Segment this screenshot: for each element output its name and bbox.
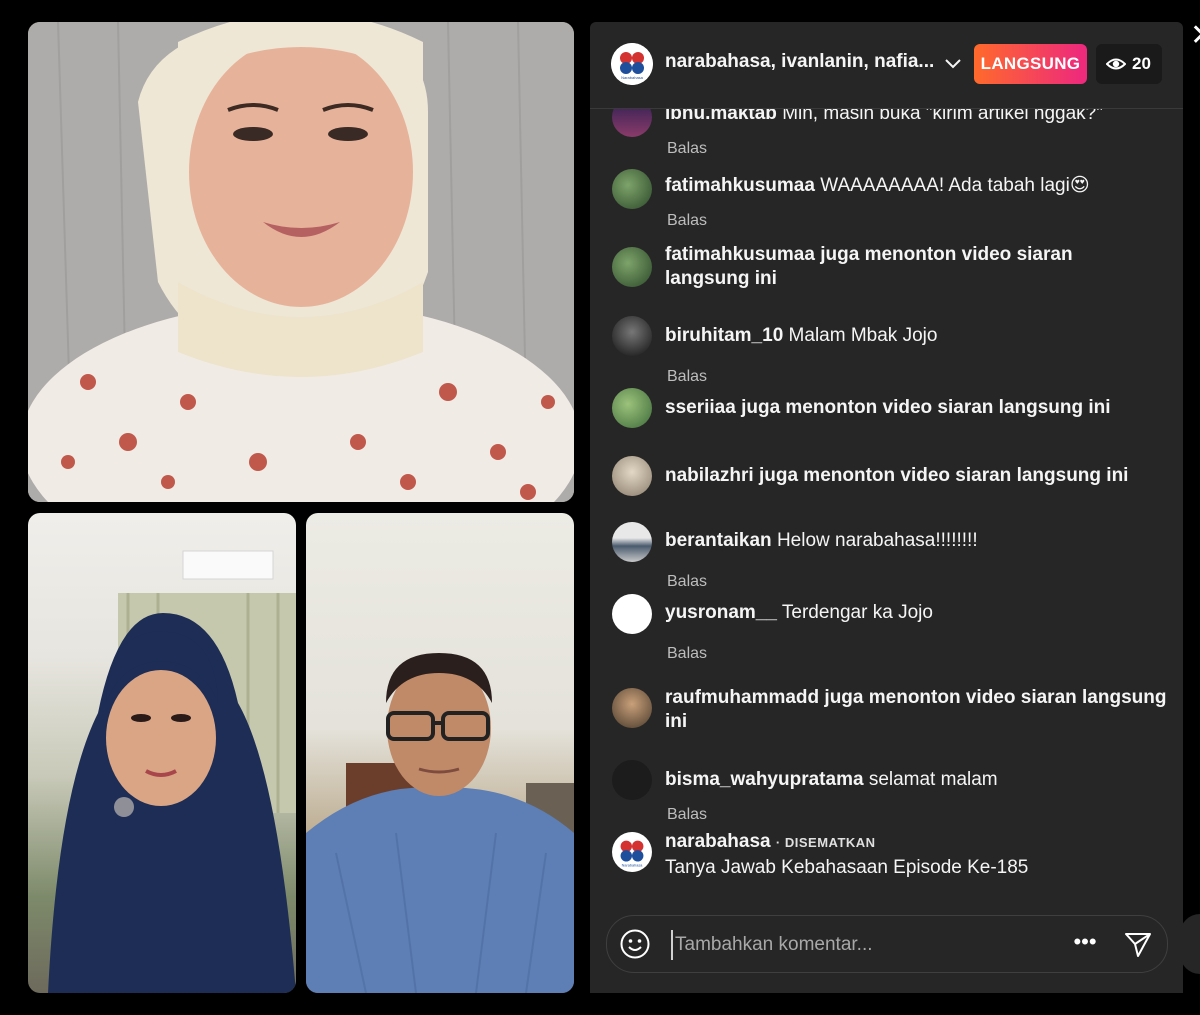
avatar[interactable]	[612, 247, 652, 287]
avatar[interactable]	[612, 456, 652, 496]
avatar[interactable]: Narabahasa	[612, 832, 652, 872]
reply-link[interactable]: Balas	[667, 573, 707, 591]
comment-username[interactable]: sseriiaa	[665, 397, 736, 418]
comment-body: juga menonton video siaran langsung ini	[758, 465, 1129, 486]
host-video-frame	[28, 22, 574, 502]
comment-body: Terdengar ka Jojo	[781, 602, 933, 623]
comment-username[interactable]: fatimahkusumaa	[665, 175, 815, 196]
svg-text:Narabahasa: Narabahasa	[621, 75, 644, 80]
live-chat-panel: Narabahasa narabahasa, ivanlanin, nafia.…	[590, 22, 1183, 993]
reply-link[interactable]: Balas	[667, 645, 707, 663]
guest-2-video-frame	[306, 653, 574, 993]
comment-username[interactable]: narabahasa	[665, 831, 771, 852]
video-guest-2	[306, 513, 574, 993]
comment-username[interactable]: nabilazhri	[665, 465, 754, 486]
comment-username[interactable]: yusronam__	[665, 602, 777, 623]
avatar[interactable]	[612, 594, 652, 634]
video-guest-1	[28, 513, 296, 993]
comment-bar: •••	[606, 915, 1168, 973]
comment-body: juga menonton video siaran langsung ini	[741, 397, 1111, 418]
narabahasa-logo[interactable]: Narabahasa	[611, 43, 653, 85]
more-icon[interactable]: •••	[1073, 931, 1097, 956]
comment-text: berantaikan Helow narabahasa!!!!!!!!	[665, 529, 1165, 553]
pinned-tag: · DISEMATKAN	[775, 835, 876, 850]
reply-link[interactable]: Balas	[667, 806, 707, 824]
comment-username[interactable]: ibnu.maktab	[665, 109, 777, 124]
comment-text: raufmuhammadd juga menonton video siaran…	[665, 686, 1170, 734]
side-button[interactable]	[1180, 914, 1200, 974]
comment-text: biruhitam_10 Malam Mbak Jojo	[665, 324, 1165, 348]
avatar[interactable]	[612, 388, 652, 428]
send-icon[interactable]	[1123, 929, 1153, 959]
comment-body: selamat malam	[868, 769, 998, 790]
comment-text: sseriiaa juga menonton video siaran lang…	[665, 396, 1165, 420]
guest-1-video-frame	[48, 550, 296, 993]
comment-text: nabilazhri juga menonton video siaran la…	[665, 464, 1165, 488]
live-header: Narabahasa narabahasa, ivanlanin, nafia.…	[590, 22, 1183, 109]
chevron-down-icon[interactable]	[942, 52, 964, 74]
pinned-header: narabahasa · DISEMATKAN	[665, 830, 1165, 855]
comment-text: bisma_wahyupratama selamat malam	[665, 768, 1165, 792]
avatar[interactable]	[612, 688, 652, 728]
comment-username[interactable]: bisma_wahyupratama	[665, 769, 864, 790]
pinned-body: Tanya Jawab Kebahasaan Episode Ke-185	[665, 857, 1029, 878]
reply-link[interactable]: Balas	[667, 212, 707, 230]
comment-body: WAAAAAAAA! Ada tabah lagi😍	[820, 175, 1090, 196]
narabahasa-logo-mark: Narabahasa	[620, 840, 644, 867]
comment-text: fatimahkusumaa WAAAAAAAA! Ada tabah lagi…	[665, 174, 1165, 198]
eye-icon	[1106, 58, 1126, 70]
stream-title[interactable]: narabahasa, ivanlanin, nafia...	[665, 51, 934, 73]
svg-text:Narabahasa: Narabahasa	[622, 863, 644, 867]
avatar[interactable]	[612, 760, 652, 800]
comment-text: ibnu.maktab Min, masih buka "kirim artik…	[665, 109, 1165, 126]
reply-link[interactable]: Balas	[667, 140, 707, 158]
comment-username[interactable]: raufmuhammadd	[665, 687, 819, 708]
comment-text: yusronam__ Terdengar ka Jojo	[665, 601, 1165, 625]
viewer-count-badge[interactable]: 20	[1096, 44, 1162, 84]
avatar[interactable]	[612, 169, 652, 209]
avatar[interactable]	[612, 316, 652, 356]
comment-body: Min, masih buka "kirim artikel nggak?"	[782, 109, 1103, 124]
comment-username[interactable]: berantaikan	[665, 530, 772, 551]
comment-list: ibnu.maktab Min, masih buka "kirim artik…	[590, 109, 1183, 909]
reply-link[interactable]: Balas	[667, 368, 707, 386]
close-icon[interactable]: ✕	[1190, 22, 1200, 50]
comment-username[interactable]: fatimahkusumaa	[665, 244, 815, 265]
comment-text: fatimahkusumaa juga menonton video siara…	[665, 243, 1160, 291]
comment-input[interactable]	[671, 930, 1057, 960]
narabahasa-logo-mark: Narabahasa	[611, 43, 653, 85]
comment-body: Helow narabahasa!!!!!!!!	[776, 530, 978, 551]
comment-username[interactable]: biruhitam_10	[665, 325, 783, 346]
live-badge: LANGSUNG	[974, 44, 1087, 84]
avatar[interactable]	[612, 522, 652, 562]
comment-body: Malam Mbak Jojo	[788, 325, 938, 346]
emoji-icon[interactable]	[619, 928, 651, 960]
avatar[interactable]	[612, 109, 652, 137]
viewer-count: 20	[1132, 54, 1151, 73]
video-host	[28, 22, 574, 502]
